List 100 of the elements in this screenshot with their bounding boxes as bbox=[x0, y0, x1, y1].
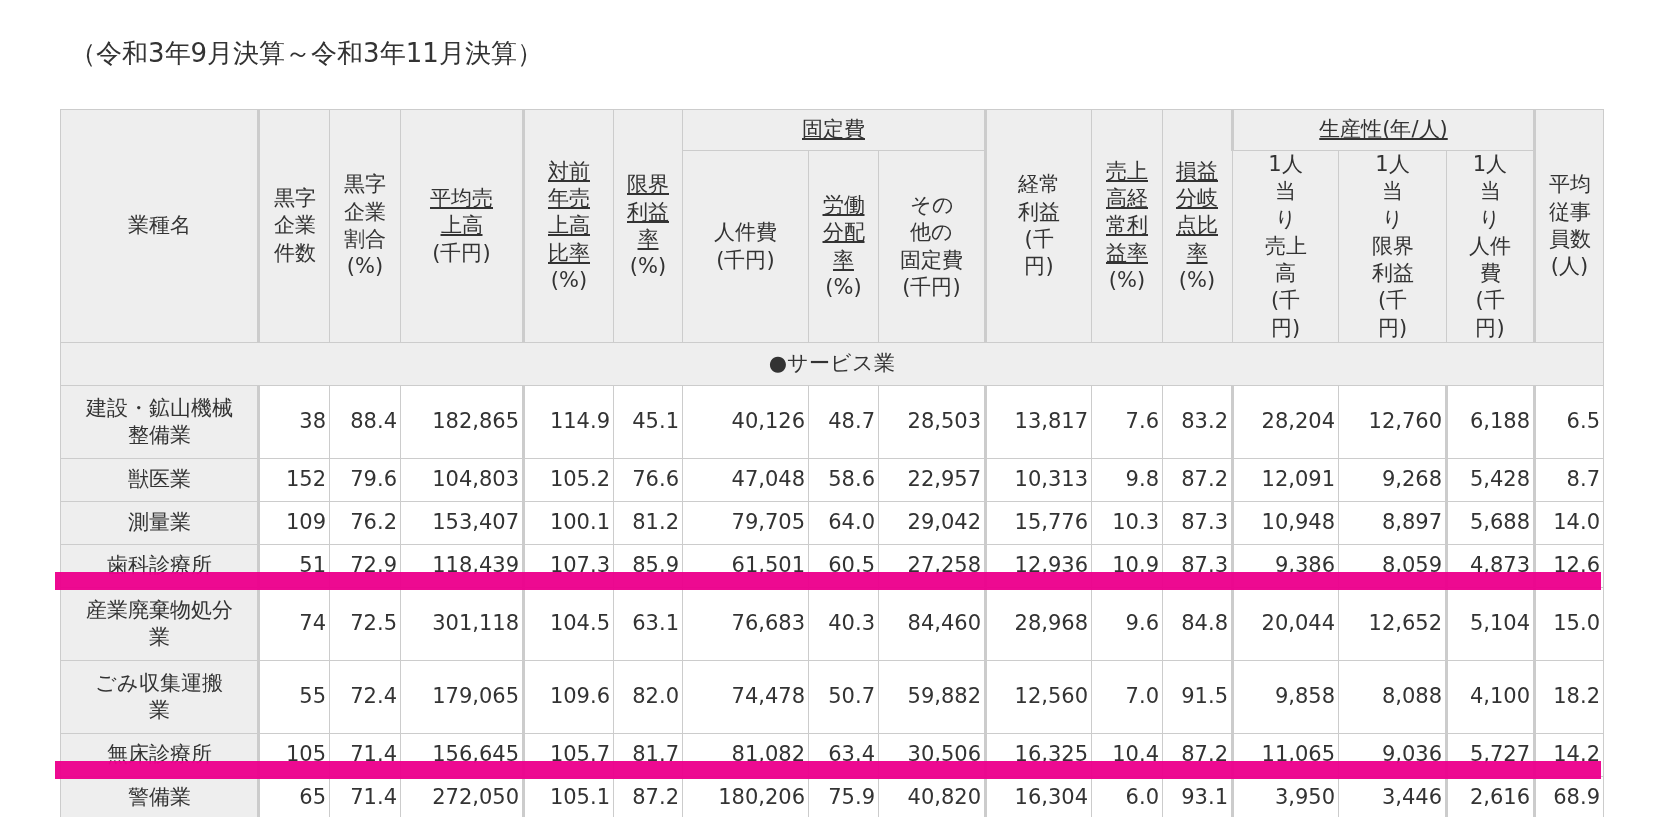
table-cell: 14.0 bbox=[1534, 501, 1604, 545]
table-cell: 5,428 bbox=[1446, 458, 1535, 502]
table-cell: 7.6 bbox=[1091, 385, 1163, 459]
industry-name: 歯科診療所 bbox=[106, 553, 212, 578]
table-cell: 16,304 bbox=[985, 776, 1092, 817]
column-header: 業種名 bbox=[60, 109, 259, 343]
table-cell: 8.7 bbox=[1534, 458, 1604, 502]
section-heading: ●サービス業 bbox=[60, 342, 1604, 386]
table-cell: 76.6 bbox=[613, 458, 683, 502]
column-header: 黒字企業割合(%) bbox=[344, 171, 386, 281]
table-cell: 28,968 bbox=[985, 587, 1092, 661]
table-cell: 76.2 bbox=[329, 501, 401, 545]
table-cell: 3,950 bbox=[1232, 776, 1339, 817]
page-title: （令和3年9月決算～令和3年11月決算） bbox=[70, 37, 543, 70]
industry-name: 警備業 bbox=[127, 785, 191, 810]
industry-name: 測量業 bbox=[127, 510, 191, 535]
header-link[interactable]: 対前年売上高比率 bbox=[548, 157, 590, 267]
table-cell: 2,616 bbox=[1446, 776, 1535, 817]
table-cell: 84.8 bbox=[1162, 587, 1233, 661]
table-cell: 79.6 bbox=[329, 458, 401, 502]
table-cell: 15,776 bbox=[985, 501, 1092, 545]
table-cell: 9,268 bbox=[1338, 458, 1447, 502]
column-header: 1人当り人件費(千円) bbox=[1469, 151, 1511, 342]
table-cell: 83.2 bbox=[1162, 385, 1233, 459]
industry-name: 獣医業 bbox=[127, 467, 191, 492]
table-cell: 109 bbox=[258, 501, 330, 545]
table-cell: 28,204 bbox=[1232, 385, 1339, 459]
table-cell: 76,683 bbox=[682, 587, 809, 661]
table-cell: 82.0 bbox=[613, 660, 683, 734]
table-cell: 79,705 bbox=[682, 501, 809, 545]
table-cell: 65 bbox=[258, 776, 330, 817]
table-cell: 55 bbox=[258, 660, 330, 734]
industry-name: ごみ収集運搬業 bbox=[95, 670, 223, 723]
header-link[interactable]: 固定費 bbox=[686, 116, 981, 144]
table-cell: 72.5 bbox=[329, 587, 401, 661]
table-cell: 40.3 bbox=[808, 587, 879, 661]
table-cell: 45.1 bbox=[613, 385, 683, 459]
table-cell: 8,897 bbox=[1338, 501, 1447, 545]
table-cell: 84,460 bbox=[878, 587, 986, 661]
table-cell: 153,407 bbox=[400, 501, 524, 545]
header-link[interactable]: 生産性(年/人) bbox=[1237, 116, 1530, 144]
table-cell: 48.7 bbox=[808, 385, 879, 459]
column-header: 1人当り売上高(千円) bbox=[1264, 151, 1307, 342]
header-link[interactable]: 損益分岐点比率 bbox=[1176, 157, 1218, 267]
column-header: 人件費(千円) bbox=[714, 219, 777, 274]
unit-label: (%) bbox=[1178, 268, 1216, 292]
table-cell: 29,042 bbox=[878, 501, 986, 545]
industry-name: 無床診療所 bbox=[106, 742, 212, 767]
unit-label: (%) bbox=[825, 274, 862, 299]
table-cell: 20,044 bbox=[1232, 587, 1339, 661]
table-cell: 72.4 bbox=[329, 660, 401, 734]
table-cell: 9,858 bbox=[1232, 660, 1339, 734]
table-cell: 22,957 bbox=[878, 458, 986, 502]
table-cell: 5,688 bbox=[1446, 501, 1535, 545]
table-cell: 88.4 bbox=[329, 385, 401, 459]
table-cell: 58.6 bbox=[808, 458, 879, 502]
industry-name: 建設・鉱山機械整備業 bbox=[85, 395, 233, 448]
table-cell: 91.5 bbox=[1162, 660, 1233, 734]
column-header: 黒字企業件数 bbox=[273, 185, 316, 267]
header-link[interactable]: 労働分配率 bbox=[822, 191, 865, 274]
table-cell: 4,100 bbox=[1446, 660, 1535, 734]
unit-label: (千円) bbox=[432, 240, 491, 265]
column-header: その他の固定費(千円) bbox=[900, 191, 963, 301]
table-cell: 6,188 bbox=[1446, 385, 1535, 459]
table-cell: 114.9 bbox=[523, 385, 614, 459]
table-cell: 12,652 bbox=[1338, 587, 1447, 661]
table-cell: 87.2 bbox=[1162, 458, 1233, 502]
table-cell: 182,865 bbox=[400, 385, 524, 459]
header-link[interactable]: 限界利益率 bbox=[627, 171, 669, 254]
header-link[interactable]: 平均売上高 bbox=[430, 185, 493, 240]
table-cell: 15.0 bbox=[1534, 587, 1604, 661]
table-cell: 28,503 bbox=[878, 385, 986, 459]
table-cell: 7.0 bbox=[1091, 660, 1163, 734]
table-cell: 179,065 bbox=[400, 660, 524, 734]
header-link[interactable]: 売上高経常利益率 bbox=[1106, 157, 1148, 267]
table-cell: 81.2 bbox=[613, 501, 683, 545]
table-cell: 12,760 bbox=[1338, 385, 1447, 459]
table-cell: 5,104 bbox=[1446, 587, 1535, 661]
table-cell: 74,478 bbox=[682, 660, 809, 734]
table-cell: 50.7 bbox=[808, 660, 879, 734]
table-cell: 63.1 bbox=[613, 587, 683, 661]
table-cell: 40,126 bbox=[682, 385, 809, 459]
unit-label: (%) bbox=[1108, 268, 1146, 292]
table-cell: 104.5 bbox=[523, 587, 614, 661]
column-header: 1人当り限界利益(千円) bbox=[1371, 151, 1414, 342]
table-cell: 10,313 bbox=[985, 458, 1092, 502]
table-cell: 109.6 bbox=[523, 660, 614, 734]
table-cell: 87.3 bbox=[1162, 501, 1233, 545]
table-cell: 104,803 bbox=[400, 458, 524, 502]
table-cell: 8,088 bbox=[1338, 660, 1447, 734]
table-cell: 68.9 bbox=[1534, 776, 1604, 817]
table-cell: 9.6 bbox=[1091, 587, 1163, 661]
table-cell: 301,118 bbox=[400, 587, 524, 661]
table-cell: 10.3 bbox=[1091, 501, 1163, 545]
column-header: 平均従事員数(人) bbox=[1548, 171, 1591, 281]
table-cell: 47,048 bbox=[682, 458, 809, 502]
table-cell: 13,817 bbox=[985, 385, 1092, 459]
table-cell: 18.2 bbox=[1534, 660, 1604, 734]
table-cell: 59,882 bbox=[878, 660, 986, 734]
table-cell: 12,091 bbox=[1232, 458, 1339, 502]
